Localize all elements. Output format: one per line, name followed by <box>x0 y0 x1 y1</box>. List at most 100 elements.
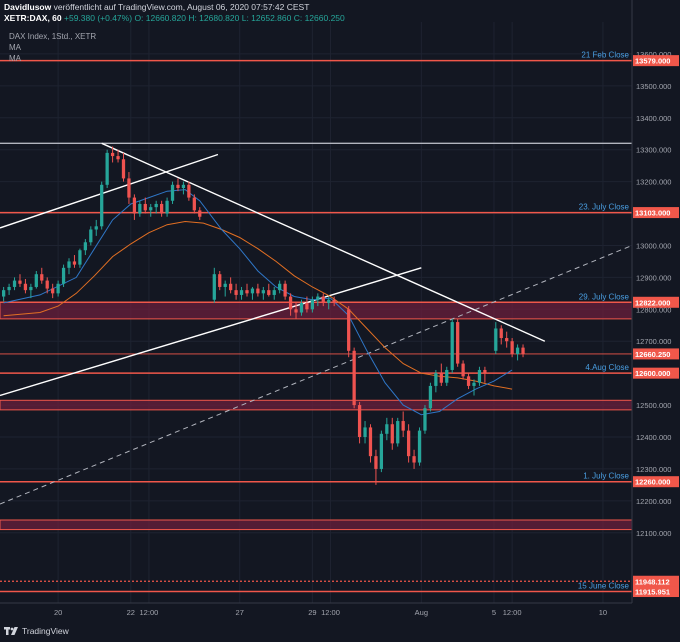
y-tick-label: 13200.000 <box>636 178 671 187</box>
candle <box>417 430 422 463</box>
candle <box>89 229 93 243</box>
candle <box>165 200 169 214</box>
candle <box>143 203 147 211</box>
candle <box>272 290 276 295</box>
y-tick-label: 13000.000 <box>636 241 671 250</box>
candle <box>110 152 115 157</box>
candle <box>67 261 71 268</box>
price-chart[interactable]: 21 Feb Close 23. July Close 29. July Close… <box>0 0 680 642</box>
level-label: 1. July Close <box>583 472 629 481</box>
candle <box>78 250 82 265</box>
candle <box>127 178 131 198</box>
candle <box>23 283 28 291</box>
candle <box>267 290 271 295</box>
candle <box>198 210 202 217</box>
y-tick-label: 12400.000 <box>636 433 671 442</box>
x-tick-label: 12:00 <box>140 608 159 617</box>
level-label: 21 Feb Close <box>581 51 629 60</box>
candle <box>368 427 373 457</box>
trend-line <box>0 153 219 229</box>
candle <box>94 226 98 230</box>
candle <box>327 299 331 303</box>
candle <box>256 288 260 294</box>
author[interactable]: DavidIusow <box>4 2 51 12</box>
y-tick-label: 12900.000 <box>636 273 671 282</box>
candle <box>423 408 427 431</box>
candle <box>29 286 33 291</box>
price-tag-label: 12660.250 <box>635 350 670 359</box>
candle <box>283 283 287 297</box>
candle <box>396 421 400 444</box>
candle <box>439 373 443 383</box>
candle <box>521 347 525 354</box>
y-tick-label: 12300.000 <box>636 465 671 474</box>
candle <box>100 184 104 227</box>
price-tag-label: 13579.000 <box>635 57 670 66</box>
x-tick-label: 29 <box>308 608 316 617</box>
x-tick-label: 5 <box>492 608 496 617</box>
candle <box>154 203 158 208</box>
candle <box>7 286 11 291</box>
x-tick-label: 10 <box>599 608 607 617</box>
candle <box>218 274 222 287</box>
y-tick-label: 13300.000 <box>636 146 671 155</box>
candle <box>316 296 320 300</box>
candle <box>299 302 304 313</box>
indicator-ma-2[interactable]: MA <box>9 53 96 64</box>
price-axis-bg <box>632 0 680 642</box>
x-tick-label: Aug <box>415 608 428 617</box>
candle <box>505 338 509 342</box>
indicator-main[interactable]: DAX Index, 1Std., XETR <box>9 31 96 42</box>
support-resistance-zone <box>0 301 633 320</box>
candle <box>456 322 460 364</box>
price-tag-label: 11948.112 <box>635 577 670 586</box>
candle <box>239 290 244 295</box>
candle <box>379 433 384 469</box>
x-tick-label: 12:00 <box>321 608 340 617</box>
candle <box>310 299 315 310</box>
zones <box>0 301 633 531</box>
x-tick-label: 22 <box>127 608 135 617</box>
candle <box>245 290 249 294</box>
candle <box>18 280 22 284</box>
candle <box>494 328 498 351</box>
candle <box>61 267 66 284</box>
level-label: 23. July Close <box>579 203 630 212</box>
candle <box>12 280 17 287</box>
footer: TradingView <box>4 626 69 636</box>
candle <box>477 369 482 383</box>
candle <box>363 427 367 437</box>
candle <box>278 283 282 291</box>
symbol-info: XETR:DAX, 60 +59.380 (+0.47%) O: 12660.8… <box>4 13 345 23</box>
candle <box>187 184 191 198</box>
price-axis[interactable]: 12100.000 12200.000 12300.000 12400.000 1250… <box>631 0 680 642</box>
symbol[interactable]: XETR:DAX, 60 <box>4 13 62 23</box>
candle <box>176 184 180 188</box>
price-tag-label: 12260.000 <box>635 478 670 487</box>
candle <box>121 159 126 179</box>
price-tag-label: 13103.000 <box>635 209 670 218</box>
candle <box>357 405 362 437</box>
candle <box>223 283 227 287</box>
candle <box>347 309 351 351</box>
x-tick-label: 12:00 <box>503 608 522 617</box>
candle <box>34 274 38 287</box>
y-tick-label: 12100.000 <box>636 529 671 538</box>
change: +59.380 (+0.47%) <box>64 13 133 23</box>
time-axis[interactable]: 20 22 12:00 27 29 12:00 Aug 5 12:00 10 <box>0 602 632 625</box>
candle <box>450 322 454 370</box>
candle <box>261 290 265 294</box>
level-label: 15 June Close <box>578 582 630 591</box>
candle <box>132 197 137 214</box>
candle <box>105 152 109 185</box>
price-tag-label: 11915.951 <box>635 588 670 597</box>
footer-brand[interactable]: TradingView <box>22 626 69 636</box>
candle <box>116 156 120 160</box>
candle <box>149 207 153 211</box>
x-tick-label: 27 <box>236 608 244 617</box>
indicator-ma-1[interactable]: MA <box>9 42 96 53</box>
x-tick-label: 20 <box>54 608 62 617</box>
candle <box>45 280 49 289</box>
trend-line <box>0 244 633 505</box>
y-tick-label: 13400.000 <box>636 114 671 123</box>
